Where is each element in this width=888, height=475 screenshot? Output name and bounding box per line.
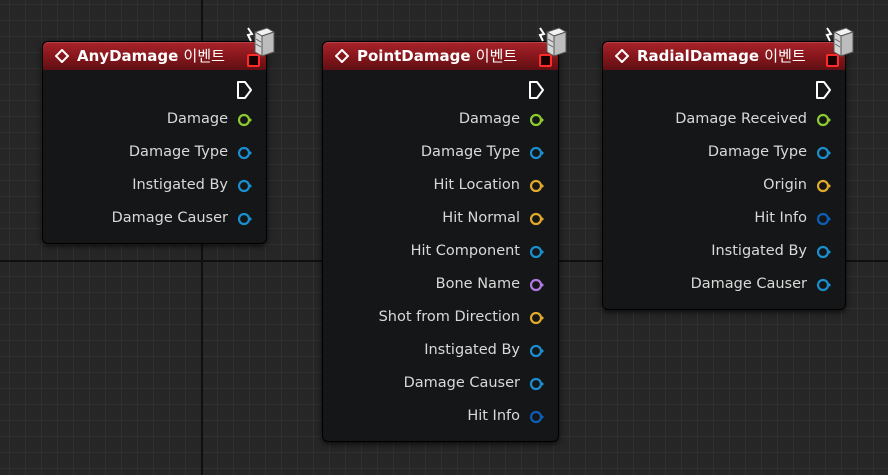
float-pin-icon[interactable] [530, 113, 544, 127]
exec-output-row [43, 70, 266, 103]
pin-label: Hit Normal [442, 210, 520, 226]
name-pin-icon[interactable] [530, 278, 544, 292]
pin-row: Damage Causer [323, 367, 558, 400]
pin-label: Hit Location [433, 177, 520, 193]
object-pin-icon[interactable] [817, 278, 831, 292]
exec-pin-icon[interactable] [528, 81, 544, 99]
pin-row: Damage Causer [603, 268, 845, 301]
pin-label: Damage Received [675, 111, 807, 127]
pin-row: Instigated By [323, 334, 558, 367]
object-pin-icon[interactable] [530, 146, 544, 160]
pin-label: Damage Causer [690, 276, 807, 292]
pin-row: Damage Type [603, 136, 845, 169]
pin-label: Instigated By [711, 243, 807, 259]
server-replication-icon [538, 27, 568, 57]
pin-label: Damage [166, 111, 228, 127]
object-pin-icon[interactable] [530, 344, 544, 358]
pin-row: Hit Component [323, 235, 558, 268]
object-pin-icon[interactable] [530, 245, 544, 259]
pin-row: Damage Received [603, 103, 845, 136]
pin-row: Shot from Direction [323, 301, 558, 334]
vector-pin-icon[interactable] [817, 179, 831, 193]
pin-row: Hit Info [603, 202, 845, 235]
pin-row: Damage [43, 103, 266, 136]
pin-label: Hit Info [467, 408, 520, 424]
pin-label: Damage Type [128, 144, 228, 160]
pin-row: Instigated By [603, 235, 845, 268]
pin-label: Hit Info [754, 210, 807, 226]
float-pin-icon[interactable] [817, 113, 831, 127]
pin-row: Damage [323, 103, 558, 136]
pin-label: Damage Type [707, 144, 807, 160]
pin-row: Hit Normal [323, 202, 558, 235]
event-diamond-icon [55, 49, 69, 63]
server-replication-icon [825, 27, 855, 57]
pin-label: Origin [763, 177, 807, 193]
object-pin-icon[interactable] [817, 146, 831, 160]
server-replication-icon [246, 27, 276, 57]
vector-pin-icon[interactable] [530, 311, 544, 325]
point-damage-event-node[interactable]: PointDamage 이벤트 Damage Damage Type Hit L… [322, 27, 568, 442]
node-header[interactable]: AnyDamage 이벤트 [43, 27, 276, 70]
exec-output-row [603, 70, 845, 103]
pin-label: Damage Causer [403, 375, 520, 391]
pin-label: Hit Component [410, 243, 520, 259]
object-pin-icon[interactable] [530, 377, 544, 391]
struct-pin-icon[interactable] [530, 410, 544, 424]
node-header[interactable]: RadialDamage 이벤트 [603, 27, 855, 70]
pin-row: Instigated By [43, 169, 266, 202]
object-pin-icon[interactable] [238, 212, 252, 226]
node-title: RadialDamage 이벤트 [637, 47, 806, 65]
pin-row: Damage Type [323, 136, 558, 169]
pin-row: Bone Name [323, 268, 558, 301]
exec-pin-icon[interactable] [236, 81, 252, 99]
vector-pin-icon[interactable] [530, 212, 544, 226]
pin-label: Shot from Direction [378, 309, 520, 325]
pin-label: Instigated By [424, 342, 520, 358]
event-diamond-icon [335, 49, 349, 63]
exec-output-row [323, 70, 558, 103]
any-damage-event-node[interactable]: AnyDamage 이벤트 Damage Damage Type Instiga… [42, 27, 276, 244]
node-header[interactable]: PointDamage 이벤트 [323, 27, 568, 70]
exec-pin-icon[interactable] [815, 81, 831, 99]
object-pin-icon[interactable] [238, 179, 252, 193]
node-title: AnyDamage 이벤트 [77, 47, 225, 65]
pin-label: Bone Name [435, 276, 520, 292]
radial-damage-event-node[interactable]: RadialDamage 이벤트 Damage Received Damage … [602, 27, 855, 310]
float-pin-icon[interactable] [238, 113, 252, 127]
pin-label: Damage Causer [111, 210, 228, 226]
pin-row: Damage Type [43, 136, 266, 169]
pin-label: Damage Type [420, 144, 520, 160]
object-pin-icon[interactable] [817, 245, 831, 259]
pin-row: Damage Causer [43, 202, 266, 235]
node-title: PointDamage 이벤트 [357, 47, 518, 65]
object-pin-icon[interactable] [238, 146, 252, 160]
pin-row: Hit Location [323, 169, 558, 202]
pin-label: Damage [458, 111, 520, 127]
event-diamond-icon [615, 49, 629, 63]
pin-row: Origin [603, 169, 845, 202]
pin-label: Instigated By [132, 177, 228, 193]
vector-pin-icon[interactable] [530, 179, 544, 193]
struct-pin-icon[interactable] [817, 212, 831, 226]
pin-row: Hit Info [323, 400, 558, 433]
